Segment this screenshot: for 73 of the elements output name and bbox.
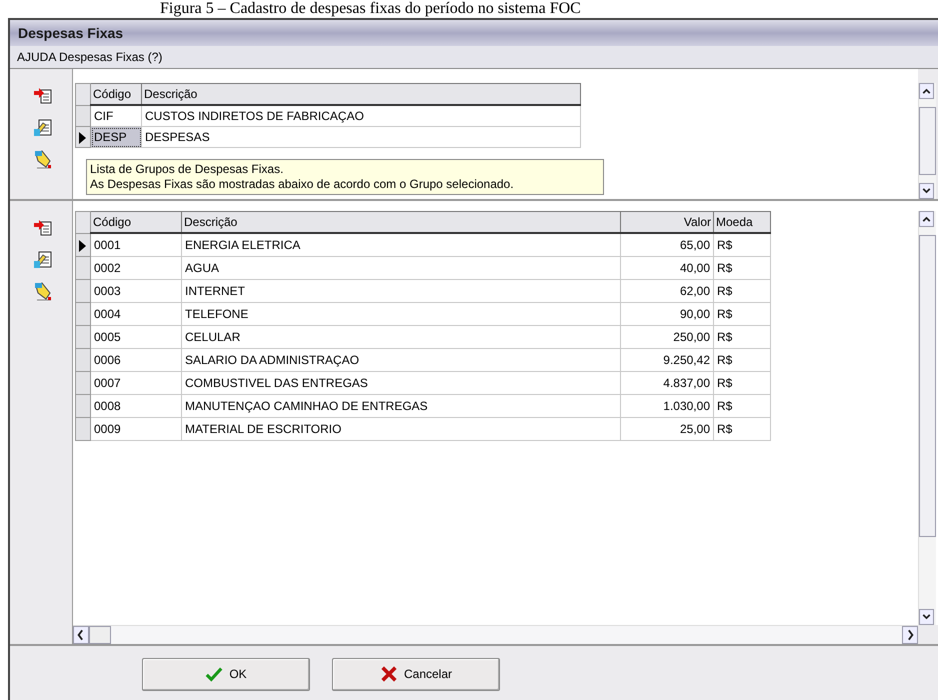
column-header[interactable]: Descrição <box>142 84 580 105</box>
table-cell: 0007 <box>90 372 182 394</box>
table-cell: R$ <box>714 372 770 394</box>
document-pencil-icon[interactable] <box>33 117 53 137</box>
document-arrow-icon[interactable] <box>33 217 53 237</box>
document-arrow-icon[interactable] <box>33 85 53 105</box>
table-cell: 90,00 <box>620 302 714 326</box>
vertical-scrollbar[interactable] <box>918 83 936 199</box>
help-link[interactable]: AJUDA Despesas Fixas (?) <box>10 50 162 64</box>
column-header[interactable]: Descrição <box>182 212 620 233</box>
table-cell: TELEFONE <box>182 302 620 326</box>
table-cell: R$ <box>714 233 770 256</box>
document-pencil-icon[interactable] <box>33 249 53 269</box>
table-cell: 0003 <box>90 280 182 302</box>
table-cell: 0001 <box>90 233 182 256</box>
column-header[interactable]: Valor <box>620 212 714 233</box>
scroll-left-button[interactable] <box>73 626 89 644</box>
table-cell: R$ <box>714 394 770 418</box>
table-cell: 62,00 <box>620 280 714 302</box>
scroll-thumb[interactable] <box>919 107 936 175</box>
close-icon <box>380 665 398 683</box>
scroll-down-button[interactable] <box>919 183 934 199</box>
table-cell: AGUA <box>182 256 620 280</box>
hand-pencil-icon[interactable] <box>33 281 53 301</box>
window-title: Despesas Fixas <box>10 20 938 46</box>
table-cell: 0008 <box>90 394 182 418</box>
scroll-up-button[interactable] <box>919 83 934 99</box>
table-cell: 65,00 <box>620 233 714 256</box>
table-cell: R$ <box>714 280 770 302</box>
table-cell: R$ <box>714 326 770 348</box>
table-cell: 0006 <box>90 348 182 372</box>
table-cell: R$ <box>714 302 770 326</box>
scroll-thumb[interactable] <box>919 235 936 537</box>
horizontal-scrollbar[interactable] <box>73 625 918 644</box>
table-cell: INTERNET <box>182 280 620 302</box>
table-cell: 0004 <box>90 302 182 326</box>
table-cell: 40,00 <box>620 256 714 280</box>
table-cell: 1.030,00 <box>620 394 714 418</box>
table-cell: 0005 <box>90 326 182 348</box>
check-icon <box>205 665 224 683</box>
figure-caption: Figura 5 – Cadastro de despesas fixas do período no sistema FOC <box>159 0 582 18</box>
table-cell: R$ <box>714 256 770 280</box>
column-header[interactable]: Moeda <box>714 212 770 233</box>
hand-pencil-icon[interactable] <box>33 149 53 169</box>
column-header[interactable]: Código <box>90 84 142 105</box>
table-cell: R$ <box>714 348 770 372</box>
scroll-down-button[interactable] <box>919 609 934 625</box>
scroll-thumb[interactable] <box>89 626 111 644</box>
table-cell: CUSTOS INDIRETOS DE FABRICAÇAO <box>142 105 580 126</box>
table-cell: 0002 <box>90 256 182 280</box>
cancel-button[interactable]: Cancelar <box>332 658 500 690</box>
row-indicator[interactable] <box>76 126 90 148</box>
table-cell: 9.250,42 <box>620 348 714 372</box>
ok-button[interactable]: OK <box>142 658 310 690</box>
table-cell: SALARIO DA ADMINISTRAÇAO <box>182 348 620 372</box>
table-cell: 4.837,00 <box>620 372 714 394</box>
tooltip: Lista de Grupos de Despesas Fixas. As Despesas Fixas são mostradas abaixo de acordo com o Grupo selecionado. <box>86 159 604 195</box>
table-cell: 25,00 <box>620 418 714 440</box>
table-cell: COMBUSTIVEL DAS ENTREGAS <box>182 372 620 394</box>
table-cell: CELULAR <box>182 326 620 348</box>
table-cell: 0009 <box>90 418 182 440</box>
table-cell: MATERIAL DE ESCRITORIO <box>182 418 620 440</box>
table-cell: ENERGIA ELETRICA <box>182 233 620 256</box>
row-indicator[interactable] <box>76 233 90 256</box>
vertical-scrollbar[interactable] <box>918 211 936 625</box>
table-cell: DESP <box>90 126 142 148</box>
table-cell: 250,00 <box>620 326 714 348</box>
scroll-up-button[interactable] <box>919 211 934 227</box>
table-cell: R$ <box>714 418 770 440</box>
table-cell: MANUTENÇAO CAMINHAO DE ENTREGAS <box>182 394 620 418</box>
column-header[interactable]: Código <box>90 212 182 233</box>
scroll-right-button[interactable] <box>902 626 918 644</box>
table-cell: DESPESAS <box>142 126 580 148</box>
